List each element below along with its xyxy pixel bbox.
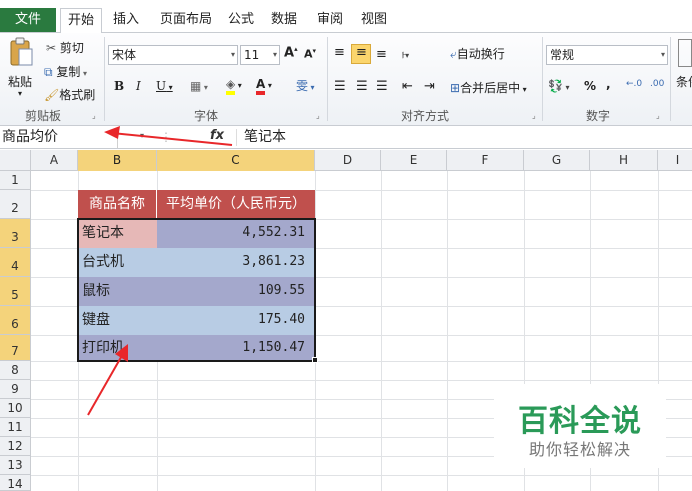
watermark-title: 百科全说 <box>518 404 642 439</box>
tab-home[interactable]: 开始 <box>60 8 102 33</box>
watermark-subtitle: 助你轻松解决 <box>528 440 631 459</box>
arrow-to-name-box <box>104 126 233 146</box>
excel-window: 文件 开始 插入 页面布局 公式 数据 审阅 视图 粘贴 ▾ ✂ 剪切 ⧉ 复制… <box>0 0 692 491</box>
watermark: 百科全说 助你轻松解决 <box>494 384 666 468</box>
arrow-to-table <box>87 344 128 416</box>
